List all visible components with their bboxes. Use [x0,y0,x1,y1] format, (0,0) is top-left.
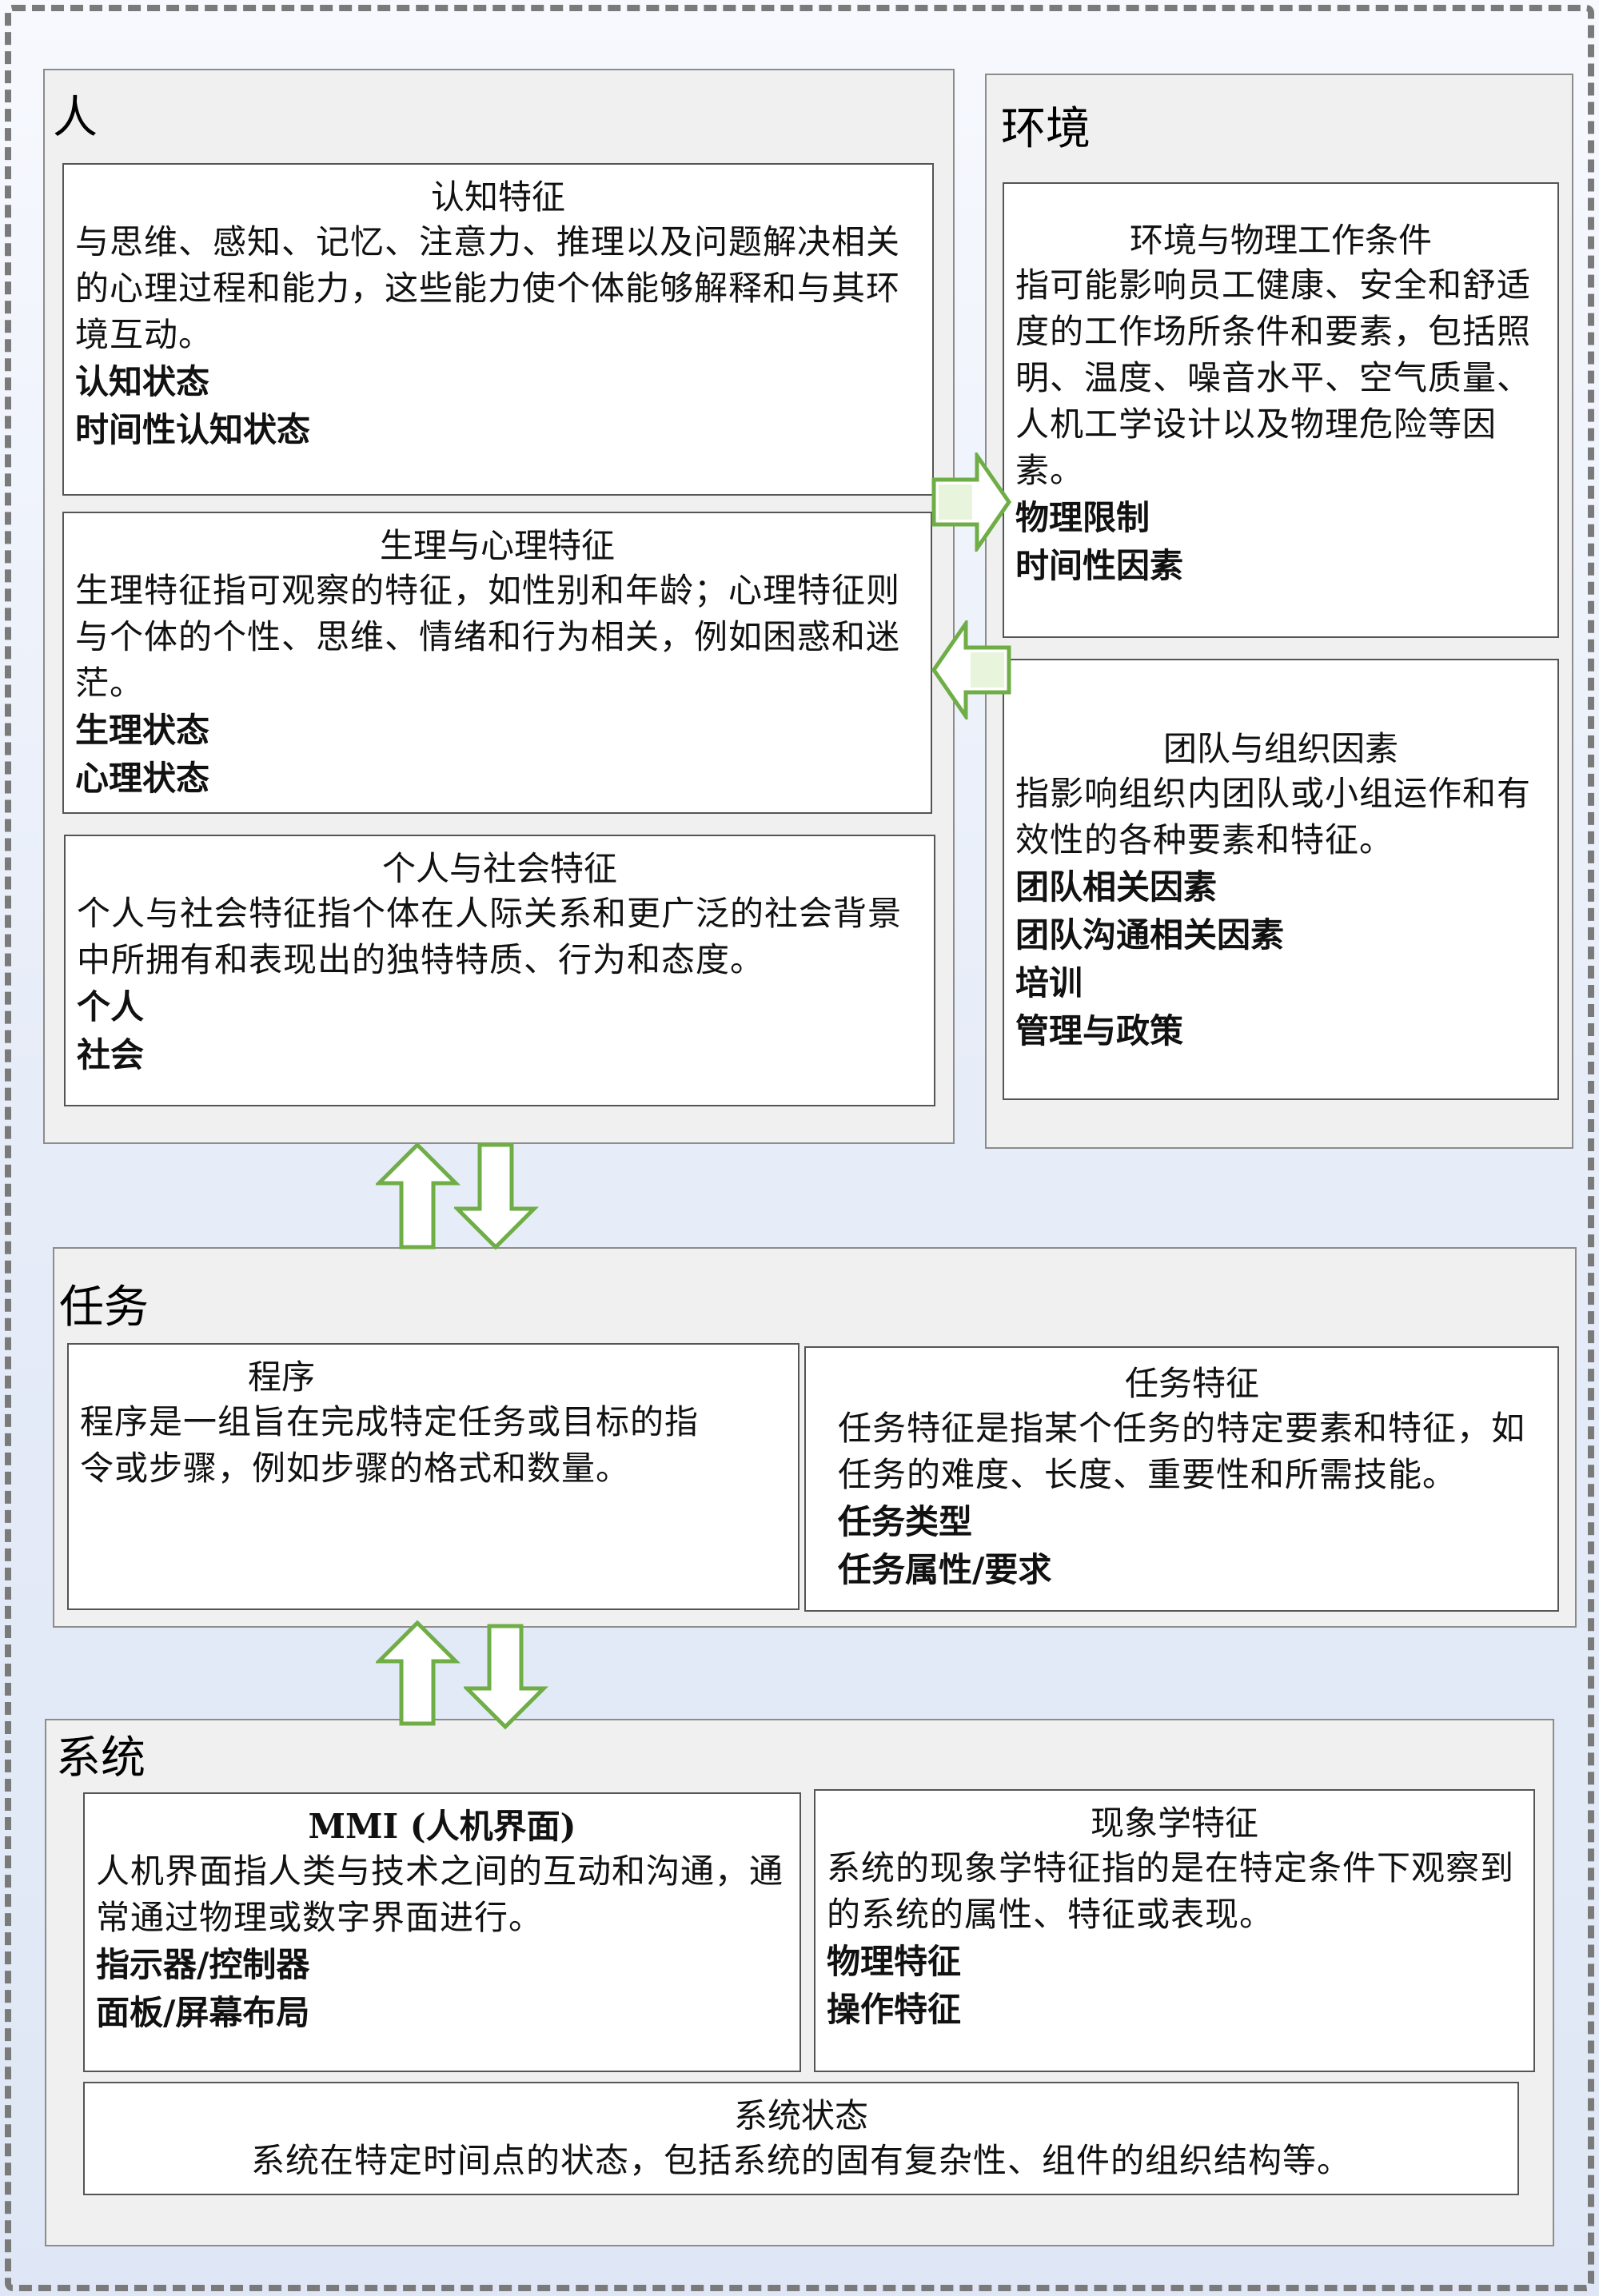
card-task-char-title: 任务特征 [1124,1364,1259,1403]
arrow-right-icon [931,452,1012,552]
card-team-items: 团队相关因素 团队沟通相关因素 培训 管理与政策 [1015,863,1546,1055]
card-mmi-items: 指示器/控制器 面板/屏幕布局 [96,1941,788,2037]
arrow-down-icon [454,1142,540,1250]
arrow-left-icon [931,620,1011,719]
card-item: 团队沟通相关因素 [1015,915,1285,955]
card-item: 管理与政策 [1015,1011,1184,1050]
card-mmi: MMI (人机界面) 人机界面指人类与技术之间的互动和沟通，通常通过物理或数字界… [83,1792,801,2072]
card-item: 时间性认知状态 [75,410,311,449]
group-person-title: 人 [53,92,98,144]
card-item: 团队相关因素 [1015,867,1218,907]
card-mmi-title: MMI (人机界面) [308,1807,576,1846]
card-physio-items: 生理状态 心理状态 [75,707,919,803]
diagram-canvas: 人 认知特征 与思维、感知、记忆、注意力、推理以及问题解决相关的心理过程和能力，… [0,0,1599,2296]
group-task-title: 任务 [59,1282,149,1333]
card-procedure: 程序 程序是一组旨在完成特定任务或目标的指令或步骤，例如步骤的格式和数量。 [67,1343,800,1610]
card-team-title: 团队与组织因素 [1162,729,1398,768]
card-item: 生理状态 [75,711,210,750]
card-system-state: 系统状态 系统在特定时间点的状态，包括系统的固有复杂性、组件的组织结构等。 [83,2082,1519,2195]
card-social-items: 个人 社会 [77,983,923,1079]
card-item: 认知状态 [75,362,210,401]
card-cognitive-desc: 与思维、感知、记忆、注意力、推理以及问题解决相关的心理过程和能力，这些能力使个体… [75,222,901,354]
card-item: 面板/屏幕布局 [96,1993,310,2032]
card-task-char-desc: 任务特征是指某个任务的特定要素和特征，如任务的难度、长度、重要性和所需技能。 [838,1409,1526,1494]
card-cognitive-title: 认知特征 [430,177,565,217]
group-system: 系统 MMI (人机界面) 人机界面指人类与技术之间的互动和沟通，通常通过物理或… [45,1719,1554,2246]
card-item: 培训 [1015,963,1083,1003]
card-item: 心理状态 [75,759,210,798]
card-physio-desc: 生理特征指可观察的特征，如性别和年龄；心理特征则与个体的个性、思维、情绪和行为相… [75,571,901,703]
card-item: 指示器/控制器 [96,1945,310,1984]
card-procedure-desc: 程序是一组旨在完成特定任务或目标的指令或步骤，例如步骤的格式和数量。 [80,1402,700,1488]
card-item: 社会 [77,1035,145,1074]
arrow-up-icon [376,1620,461,1726]
group-task: 任务 程序 程序是一组旨在完成特定任务或目标的指令或步骤，例如步骤的格式和数量。… [53,1247,1577,1628]
card-social-title: 个人与社会特征 [381,849,617,888]
card-item: 操作特征 [827,1990,962,2029]
card-physical-conditions: 环境与物理工作条件 指可能影响员工健康、安全和舒适度的工作场所条件和要素，包括照… [1003,182,1559,638]
card-task-char-items: 任务类型 任务属性/要求 [838,1498,1546,1594]
card-phenomenology-desc: 系统的现象学特征指的是在特定条件下观察到的系统的属性、特征或表现。 [827,1848,1515,1934]
card-cognitive: 认知特征 与思维、感知、记忆、注意力、推理以及问题解决相关的心理过程和能力，这些… [62,163,934,496]
card-phenomenology-items: 物理特征 操作特征 [827,1938,1522,2034]
card-physio: 生理与心理特征 生理特征指可观察的特征，如性别和年龄；心理特征则与个体的个性、思… [62,512,932,814]
card-task-characteristics: 任务特征 任务特征是指某个任务的特定要素和特征，如任务的难度、长度、重要性和所需… [804,1346,1559,1612]
group-person: 人 认知特征 与思维、感知、记忆、注意力、推理以及问题解决相关的心理过程和能力，… [43,69,955,1144]
card-cognitive-items: 认知状态 时间性认知状态 [75,358,921,454]
card-phenomenology: 现象学特征 系统的现象学特征指的是在特定条件下观察到的系统的属性、特征或表现。 … [814,1789,1535,2072]
card-item: 任务属性/要求 [838,1550,1052,1589]
card-phenomenology-title: 现象学特征 [1090,1804,1258,1843]
card-physical-desc: 指可能影响员工健康、安全和舒适度的工作场所条件和要素，包括照明、温度、噪音水平、… [1015,265,1532,490]
card-item: 任务类型 [838,1502,973,1541]
group-system-title: 系统 [56,1732,146,1784]
arrow-up-icon [376,1142,461,1250]
card-social-desc: 个人与社会特征指个体在人际关系和更广泛的社会背景中所拥有和表现出的独特特质、行为… [77,894,903,979]
card-physical-title: 环境与物理工作条件 [1129,221,1432,260]
card-procedure-title: 程序 [247,1357,315,1397]
arrow-down-icon [464,1624,549,1730]
group-environment: 环境 环境与物理工作条件 指可能影响员工健康、安全和舒适度的工作场所条件和要素，… [985,74,1573,1149]
card-physio-title: 生理与心理特征 [379,526,615,565]
card-team-desc: 指影响组织内团队或小组运作和有效性的各种要素和特征。 [1015,774,1532,859]
card-mmi-desc: 人机界面指人类与技术之间的互动和沟通，通常通过物理或数字界面进行。 [96,1852,784,1937]
card-item: 物理限制 [1015,498,1150,537]
card-item: 物理特征 [827,1942,962,1981]
card-physical-items: 物理限制 时间性因素 [1015,494,1546,590]
group-environment-title: 环境 [1001,103,1091,155]
card-system-state-title: 系统状态 [733,2096,868,2135]
card-item: 个人 [77,987,145,1026]
card-item: 时间性因素 [1015,546,1184,585]
card-system-state-desc: 系统在特定时间点的状态，包括系统的固有复杂性、组件的组织结构等。 [250,2141,1351,2180]
card-social: 个人与社会特征 个人与社会特征指个体在人际关系和更广泛的社会背景中所拥有和表现出… [64,835,935,1106]
card-team-org: 团队与组织因素 指影响组织内团队或小组运作和有效性的各种要素和特征。 团队相关因… [1003,659,1559,1100]
